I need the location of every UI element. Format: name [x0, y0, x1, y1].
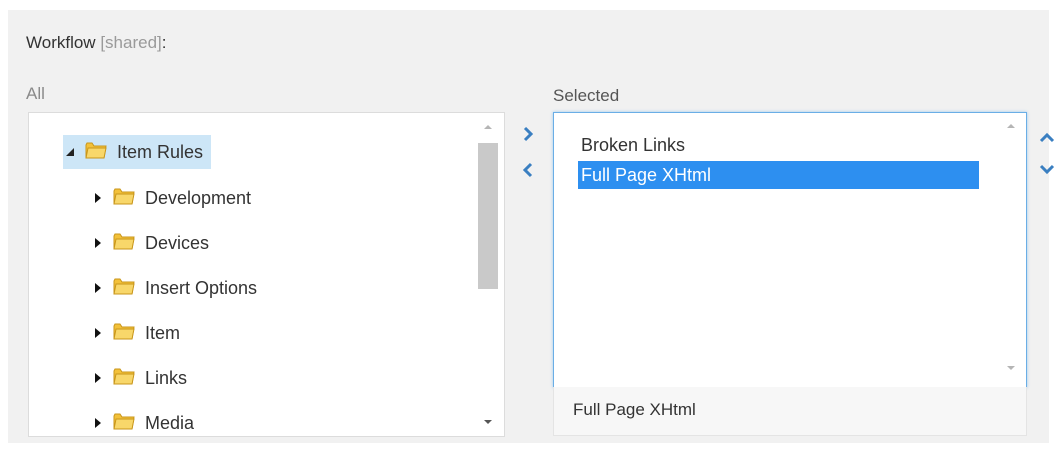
folder-icon — [113, 186, 135, 211]
expand-icon[interactable] — [91, 237, 105, 249]
remove-from-selected-button[interactable] — [518, 160, 538, 180]
folder-icon — [113, 276, 135, 301]
scroll-down-icon[interactable] — [1003, 362, 1019, 374]
selected-list-scrollbar[interactable] — [1000, 114, 1022, 384]
tree-node-label: Devices — [145, 232, 210, 253]
tree-node-label: Insert Options — [145, 277, 258, 298]
tree-node-item[interactable]: Item — [91, 316, 180, 350]
folder-icon — [113, 366, 135, 391]
scrollbar-thumb[interactable] — [478, 143, 498, 289]
tree-node-links[interactable]: Links — [91, 361, 187, 395]
move-up-button[interactable] — [1037, 127, 1057, 147]
expand-icon[interactable] — [91, 372, 105, 384]
tree-node-label: Item — [145, 322, 181, 343]
expand-icon[interactable] — [91, 417, 105, 429]
all-list-label: All — [26, 84, 45, 103]
field-label: Workflow [shared]: — [26, 33, 167, 52]
selected-items-list[interactable]: Broken Links Full Page XHtml — [553, 112, 1027, 388]
tree-node-item-rules[interactable]: Item Rules — [63, 135, 212, 169]
collapse-icon[interactable] — [63, 147, 77, 157]
selected-list-label: Selected — [553, 86, 620, 105]
expand-icon[interactable] — [91, 282, 105, 294]
folder-icon — [113, 231, 135, 256]
selected-status-text: Full Page XHtml — [573, 400, 696, 419]
folder-icon — [113, 321, 135, 346]
folder-icon — [85, 140, 107, 165]
selected-list-item[interactable]: Broken Links — [578, 131, 979, 159]
all-items-tree[interactable]: Item Rules Development Devices Insert Opti… — [28, 112, 505, 437]
scroll-down-icon[interactable] — [480, 416, 496, 428]
tree-node-insert-options[interactable]: Insert Options — [91, 271, 257, 305]
tree-node-label: Item Rules — [117, 141, 204, 162]
add-to-selected-button[interactable] — [518, 124, 538, 144]
chevron-right-icon — [523, 126, 534, 142]
move-down-button[interactable] — [1037, 159, 1057, 179]
tree-node-media[interactable]: Media — [91, 406, 195, 436]
tree-scrollbar[interactable] — [476, 113, 500, 434]
shared-tag: [shared] — [100, 33, 162, 52]
chevron-down-icon — [1039, 164, 1055, 175]
chevron-up-icon — [1039, 132, 1055, 143]
tree-node-label: Media — [145, 412, 195, 433]
tree-node-label: Links — [145, 367, 188, 388]
expand-icon[interactable] — [91, 327, 105, 339]
folder-icon — [113, 411, 135, 436]
selected-status-bar: Full Page XHtml — [553, 387, 1027, 436]
scroll-up-icon[interactable] — [480, 121, 496, 133]
tree-node-label: Development — [145, 187, 252, 208]
tree-node-development[interactable]: Development — [91, 181, 251, 215]
tree-node-devices[interactable]: Devices — [91, 226, 209, 260]
chevron-left-icon — [522, 162, 533, 178]
selected-list-item-active[interactable]: Full Page XHtml — [578, 161, 979, 189]
scroll-up-icon[interactable] — [1003, 120, 1019, 132]
expand-icon[interactable] — [91, 192, 105, 204]
